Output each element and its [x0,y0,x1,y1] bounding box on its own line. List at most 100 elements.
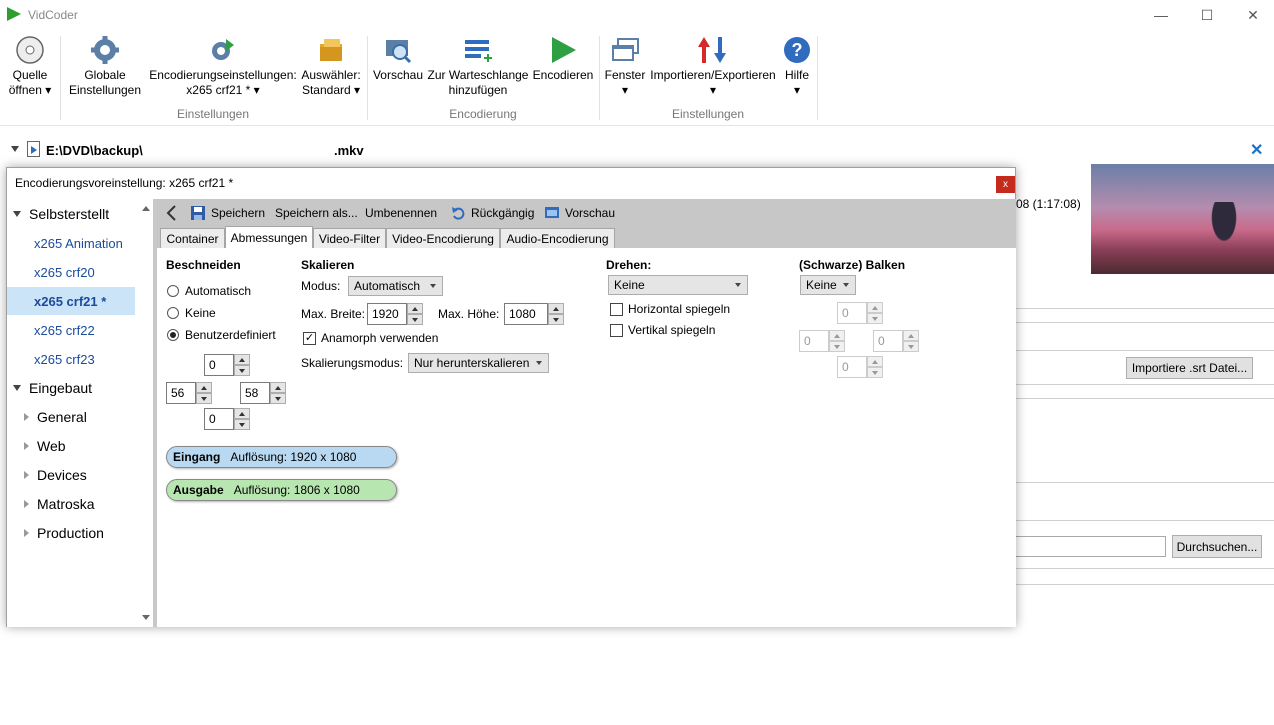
spin-down-icon[interactable] [548,314,564,325]
tree-group-builtin[interactable]: Eingebaut [7,374,135,402]
picker-button[interactable]: Auswähler: Standard ▾ [300,34,362,98]
crop-bottom-stepper[interactable]: 0 [204,408,250,430]
crop-left-stepper[interactable]: 56 [166,382,212,404]
tree-scrollbar[interactable] [138,200,153,627]
scaling-mode-select[interactable]: Nur herunterskalieren [408,353,549,373]
dimensions-tab-content: Beschneiden Automatisch Keine Benutzerde… [157,248,1016,627]
preset-item-selected[interactable]: x265 crf21 * [7,287,135,315]
builtin-folder-label: Web [37,438,66,454]
disc-icon [6,34,54,66]
browse-button[interactable]: Durchsuchen... [1172,535,1262,558]
scale-title: Skalieren [301,258,355,272]
encode-button[interactable]: Encodieren [532,34,594,83]
add-to-queue-button[interactable]: Zur Warteschlange hinzufügen [426,34,530,98]
builtin-folder-label: Devices [37,467,87,483]
builtin-folder[interactable]: Matroska [7,490,135,518]
back-icon[interactable] [165,205,177,221]
preset-tree: Selbsterstellt x265 Animation x265 crf20… [7,200,153,627]
output-path-input[interactable] [1015,536,1166,557]
open-source-button[interactable]: Quelle öffnen ▾ [6,34,54,98]
close-button[interactable]: ✕ [1230,0,1274,30]
encoding-settings-button[interactable]: Encodierungseinstellungen: x265 crf21 * … [148,34,298,98]
preview-toolbar-button[interactable]: Vorschau [545,205,615,221]
preview-button[interactable]: Vorschau [372,34,424,83]
save-label: Speichern [211,206,266,220]
spin-up-icon[interactable] [234,408,250,419]
save-as-button[interactable]: Speichern als... [275,205,358,221]
divider [1015,398,1274,399]
tab-video-filter[interactable]: Video-Filter [313,228,386,248]
max-width-value[interactable]: 1920 [367,303,407,325]
rename-button[interactable]: Umbenennen [365,205,437,221]
collapse-arrow-icon[interactable] [11,146,19,152]
spin-up-icon[interactable] [234,354,250,365]
tab-dimensions[interactable]: Abmessungen [225,226,313,248]
picker-label-1: Auswähler: [301,68,361,82]
crop-none-radio[interactable] [167,307,179,319]
crop-bottom-value[interactable]: 0 [204,408,234,430]
spin-down-icon[interactable] [270,393,286,404]
tab-container[interactable]: Container [160,228,225,248]
divider [1015,322,1274,323]
spin-up-icon[interactable] [407,303,423,314]
builtin-folder[interactable]: Production [7,519,135,547]
crop-right-stepper[interactable]: 58 [240,382,286,404]
preset-item[interactable]: x265 Animation [7,229,135,257]
play-icon [532,34,594,66]
spin-up-icon[interactable] [270,382,286,393]
spin-up-icon[interactable] [548,303,564,314]
max-width-stepper[interactable]: 1920 [367,303,423,325]
preset-item[interactable]: x265 crf20 [7,258,135,286]
help-button[interactable]: ? Hilfe ▾ [780,34,814,98]
crop-custom-radio[interactable] [167,329,179,341]
tree-group-custom[interactable]: Selbsterstellt [7,200,135,228]
spin-down-icon[interactable] [196,393,212,404]
input-resolution: Auflösung: 1920 x 1080 [230,450,357,464]
spin-down-icon[interactable] [234,365,250,376]
preset-item[interactable]: x265 crf23 [7,345,135,373]
crop-top-stepper[interactable]: 0 [204,354,250,376]
crop-top-value[interactable]: 0 [204,354,234,376]
crop-right-value[interactable]: 58 [240,382,270,404]
maximize-button[interactable]: ☐ [1184,0,1230,30]
spin-down-icon[interactable] [234,419,250,430]
spin-down-icon[interactable] [407,314,423,325]
scroll-down-icon[interactable] [142,615,150,620]
black-bars-select[interactable]: Keine [800,275,856,295]
crop-left-value[interactable]: 56 [166,382,196,404]
max-height-stepper[interactable]: 1080 [504,303,564,325]
crop-auto-radio[interactable] [167,285,179,297]
preview-thumbnail[interactable] [1091,164,1274,274]
builtin-folder[interactable]: Web [7,432,135,460]
scaling-mode-label: Skalierungsmodus: [301,356,404,370]
flip-horizontal-checkbox[interactable] [610,303,623,316]
anamorphic-checkbox[interactable]: ✓ [303,332,316,345]
rotate-title: Drehen: [606,258,652,272]
minimize-button[interactable]: — [1138,0,1184,30]
preset-item[interactable]: x265 crf22 [7,316,135,344]
close-source-icon[interactable]: ✕ [1250,140,1263,160]
collapsed-arrow-icon [24,471,29,479]
import-export-button[interactable]: Importieren/Exportieren ▾ [649,34,777,98]
window-button[interactable]: Fenster ▾ [603,34,647,98]
rotate-select[interactable]: Keine [608,275,748,295]
undo-button[interactable]: Rückgängig [451,205,534,221]
spin-up-icon[interactable] [196,382,212,393]
scroll-up-icon[interactable] [142,206,150,211]
global-settings-button[interactable]: Globale Einstellungen [66,34,144,98]
tab-audio-encoding[interactable]: Audio-Encodierung [500,228,615,248]
window-label-1: Fenster [604,68,646,82]
bars-right-stepper: 0 [873,330,919,352]
save-button[interactable]: Speichern [191,205,265,221]
scale-mode-label: Modus: [301,279,341,293]
import-srt-button[interactable]: Importiere .srt Datei... [1126,357,1253,379]
flip-vertical-checkbox[interactable] [610,324,623,337]
scale-mode-select[interactable]: Automatisch [348,276,443,296]
max-height-value[interactable]: 1080 [504,303,548,325]
dialog-close-button[interactable]: x [996,176,1015,193]
tab-video-encoding[interactable]: Video-Encodierung [386,228,500,248]
preset-dialog: Encodierungsvoreinstellung: x265 crf21 *… [6,167,1016,627]
source-extension: .mkv [334,143,364,158]
builtin-folder[interactable]: Devices [7,461,135,489]
builtin-folder[interactable]: General [7,403,135,431]
